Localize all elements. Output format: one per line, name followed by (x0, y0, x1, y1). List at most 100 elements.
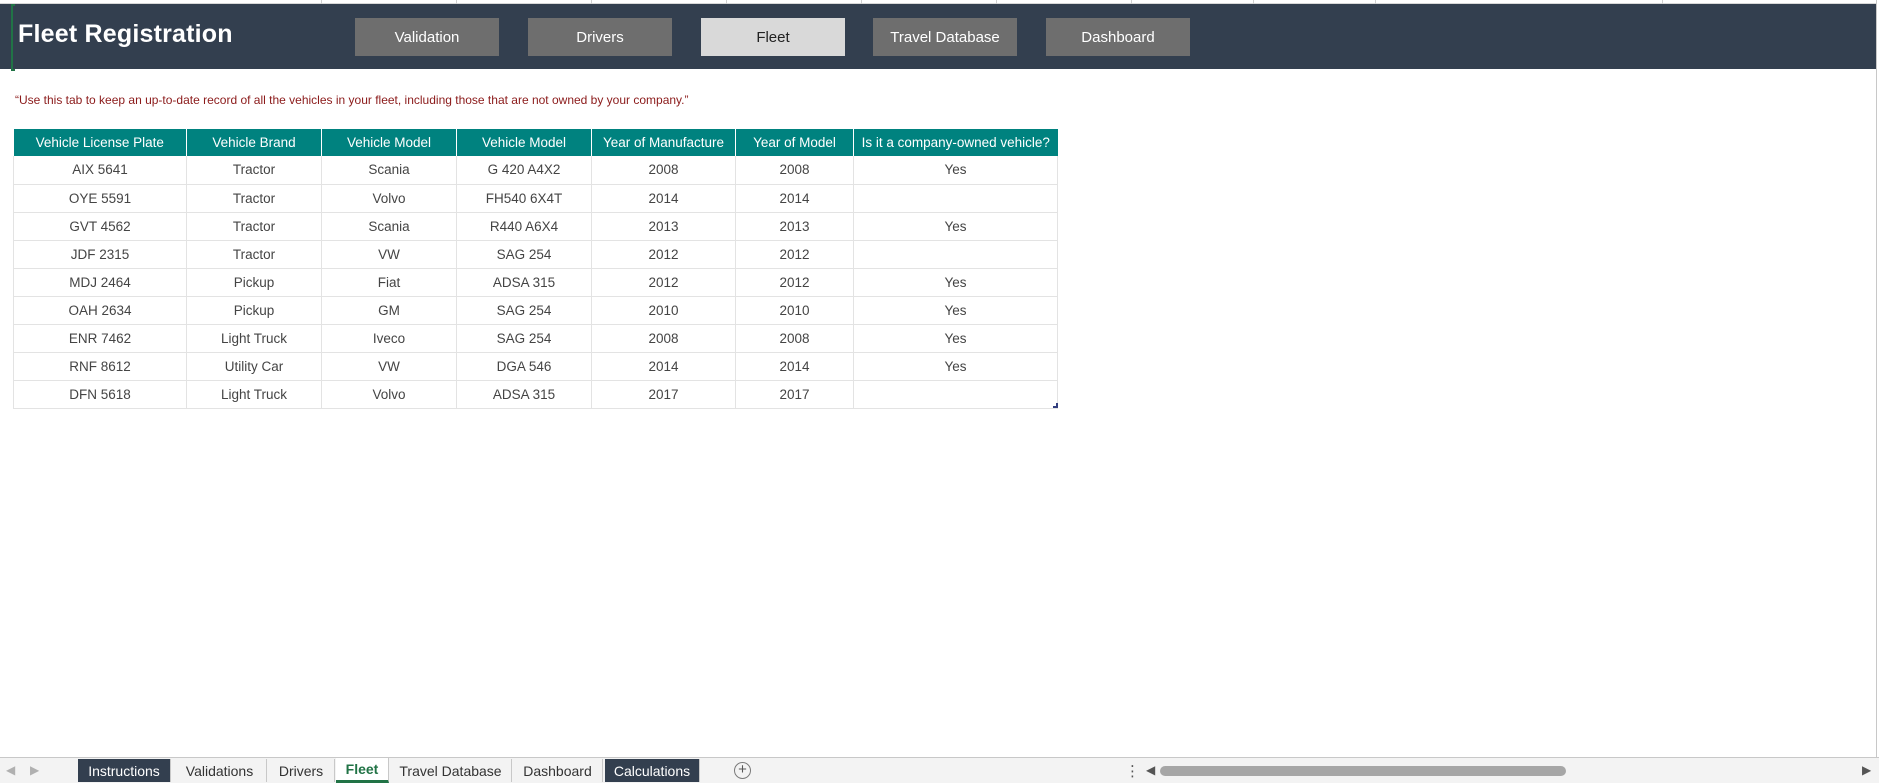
sheet-tab-dashboard[interactable]: Dashboard (513, 759, 603, 782)
table-cell[interactable]: Scania (321, 156, 457, 185)
scroll-tabs-left-icon[interactable]: ◀ (6, 763, 15, 777)
table-cell[interactable]: 2012 (735, 268, 854, 297)
table-cell[interactable]: ENR 7462 (13, 324, 187, 353)
sheet-tab-travel-database[interactable]: Travel Database (390, 759, 512, 782)
column-header-brand[interactable]: Vehicle Brand (186, 129, 322, 156)
table-cell[interactable]: 2012 (591, 268, 736, 297)
table-cell[interactable]: 2014 (735, 352, 854, 381)
vertical-dots-icon[interactable]: ⋮ (1125, 762, 1140, 780)
table-cell[interactable]: SAG 254 (456, 240, 592, 269)
table-cell[interactable]: Yes (853, 212, 1058, 241)
table-cell[interactable]: Light Truck (186, 324, 322, 353)
table-cell[interactable]: SAG 254 (456, 296, 592, 325)
table-cell[interactable]: 2008 (591, 324, 736, 353)
table-cell[interactable]: R440 A6X4 (456, 212, 592, 241)
table-cell[interactable]: 2012 (591, 240, 736, 269)
sheet-tab-validations[interactable]: Validations (173, 759, 267, 782)
table-cell[interactable]: Tractor (186, 156, 322, 185)
nav-button-drivers[interactable]: Drivers (528, 18, 672, 56)
table-cell[interactable]: OYE 5591 (13, 184, 187, 213)
table-cell[interactable]: Light Truck (186, 380, 322, 409)
table-cell[interactable]: DFN 5618 (13, 380, 187, 409)
table-cell[interactable]: Tractor (186, 212, 322, 241)
table-row: JDF 2315 Tractor VW SAG 254 2012 2012 (13, 240, 1058, 269)
table-cell[interactable]: 2014 (591, 184, 736, 213)
table-cell[interactable]: GVT 4562 (13, 212, 187, 241)
column-header-year-manufacture[interactable]: Year of Manufacture (591, 129, 736, 156)
triangle-left-icon[interactable]: ◀ (1146, 763, 1155, 777)
table-cell[interactable]: Pickup (186, 268, 322, 297)
table-cell[interactable]: AIX 5641 (13, 156, 187, 185)
table-cell[interactable]: 2013 (591, 212, 736, 241)
active-cell-indicator (11, 4, 15, 71)
table-cell[interactable]: Yes (853, 296, 1058, 325)
table-cell[interactable]: 2008 (735, 156, 854, 185)
table-cell[interactable]: MDJ 2464 (13, 268, 187, 297)
table-cell[interactable]: 2014 (591, 352, 736, 381)
table-cell[interactable]: 2014 (735, 184, 854, 213)
table-cell[interactable]: Yes (853, 156, 1058, 185)
column-header-year-model[interactable]: Year of Model (735, 129, 854, 156)
nav-button-validation[interactable]: Validation (355, 18, 499, 56)
table-header-row: Vehicle License Plate Vehicle Brand Vehi… (13, 129, 1058, 156)
table-cell[interactable]: 2008 (735, 324, 854, 353)
table-cell[interactable]: 2010 (735, 296, 854, 325)
table-cell[interactable]: Iveco (321, 324, 457, 353)
scrollbar-thumb[interactable] (1160, 766, 1566, 776)
fleet-table: Vehicle License Plate Vehicle Brand Vehi… (13, 129, 1058, 409)
table-cell[interactable]: Utility Car (186, 352, 322, 381)
table-cell[interactable]: 2017 (591, 380, 736, 409)
instruction-note: “Use this tab to keep an up-to-date reco… (15, 93, 689, 107)
table-cell[interactable]: ADSA 315 (456, 268, 592, 297)
sheet-tab-calculations[interactable]: Calculations (605, 759, 700, 782)
table-cell[interactable]: Volvo (321, 380, 457, 409)
table-cell[interactable]: SAG 254 (456, 324, 592, 353)
table-cell[interactable]: 2012 (735, 240, 854, 269)
table-cell[interactable]: OAH 2634 (13, 296, 187, 325)
table-cell[interactable]: Fiat (321, 268, 457, 297)
table-cell[interactable]: VW (321, 240, 457, 269)
table-cell[interactable]: Yes (853, 352, 1058, 381)
table-cell[interactable]: Yes (853, 324, 1058, 353)
sheet-tab-instructions[interactable]: Instructions (78, 759, 171, 782)
table-cell[interactable]: RNF 8612 (13, 352, 187, 381)
table-row: OAH 2634 Pickup GM SAG 254 2010 2010 Yes (13, 296, 1058, 325)
table-cell[interactable]: GM (321, 296, 457, 325)
table-row: RNF 8612 Utility Car VW DGA 546 2014 201… (13, 352, 1058, 381)
table-cell[interactable]: JDF 2315 (13, 240, 187, 269)
table-cell[interactable] (853, 240, 1058, 269)
scroll-tabs-right-icon[interactable]: ▶ (30, 763, 39, 777)
table-cell[interactable]: ADSA 315 (456, 380, 592, 409)
table-cell[interactable]: G 420 A4X2 (456, 156, 592, 185)
table-cell[interactable]: Tractor (186, 184, 322, 213)
table-cell[interactable]: 2013 (735, 212, 854, 241)
sheet-tab-bar: ◀ ▶ Instructions Validations Drivers Fle… (0, 757, 1879, 783)
nav-button-dashboard[interactable]: Dashboard (1046, 18, 1190, 56)
table-cell[interactable]: DGA 546 (456, 352, 592, 381)
column-header-company-owned[interactable]: Is it a company-owned vehicle? (853, 129, 1058, 156)
table-cell[interactable]: VW (321, 352, 457, 381)
nav-button-travel-database[interactable]: Travel Database (873, 18, 1017, 56)
column-header-model-code[interactable]: Vehicle Model (456, 129, 592, 156)
table-cell[interactable] (853, 184, 1058, 213)
nav-button-fleet[interactable]: Fleet (701, 18, 845, 56)
table-cell[interactable]: Tractor (186, 240, 322, 269)
table-row: AIX 5641 Tractor Scania G 420 A4X2 2008 … (13, 156, 1058, 185)
sheet-tab-fleet[interactable]: Fleet (336, 758, 389, 783)
table-cell[interactable]: 2008 (591, 156, 736, 185)
column-header-license-plate[interactable]: Vehicle License Plate (13, 129, 187, 156)
plus-circle-icon[interactable]: + (734, 762, 751, 779)
table-cell[interactable]: 2017 (735, 380, 854, 409)
table-cell[interactable]: Yes (853, 268, 1058, 297)
table-cell[interactable]: 2010 (591, 296, 736, 325)
table-resize-handle[interactable] (1053, 403, 1058, 408)
table-cell[interactable]: Scania (321, 212, 457, 241)
table-cell[interactable]: Pickup (186, 296, 322, 325)
table-cell[interactable]: Volvo (321, 184, 457, 213)
table-cell[interactable]: FH540 6X4T (456, 184, 592, 213)
table-cell[interactable] (853, 380, 1058, 409)
column-header-model[interactable]: Vehicle Model (321, 129, 457, 156)
triangle-right-icon[interactable]: ▶ (1862, 763, 1871, 777)
horizontal-scrollbar[interactable] (1160, 766, 1860, 776)
sheet-tab-drivers[interactable]: Drivers (268, 759, 335, 782)
